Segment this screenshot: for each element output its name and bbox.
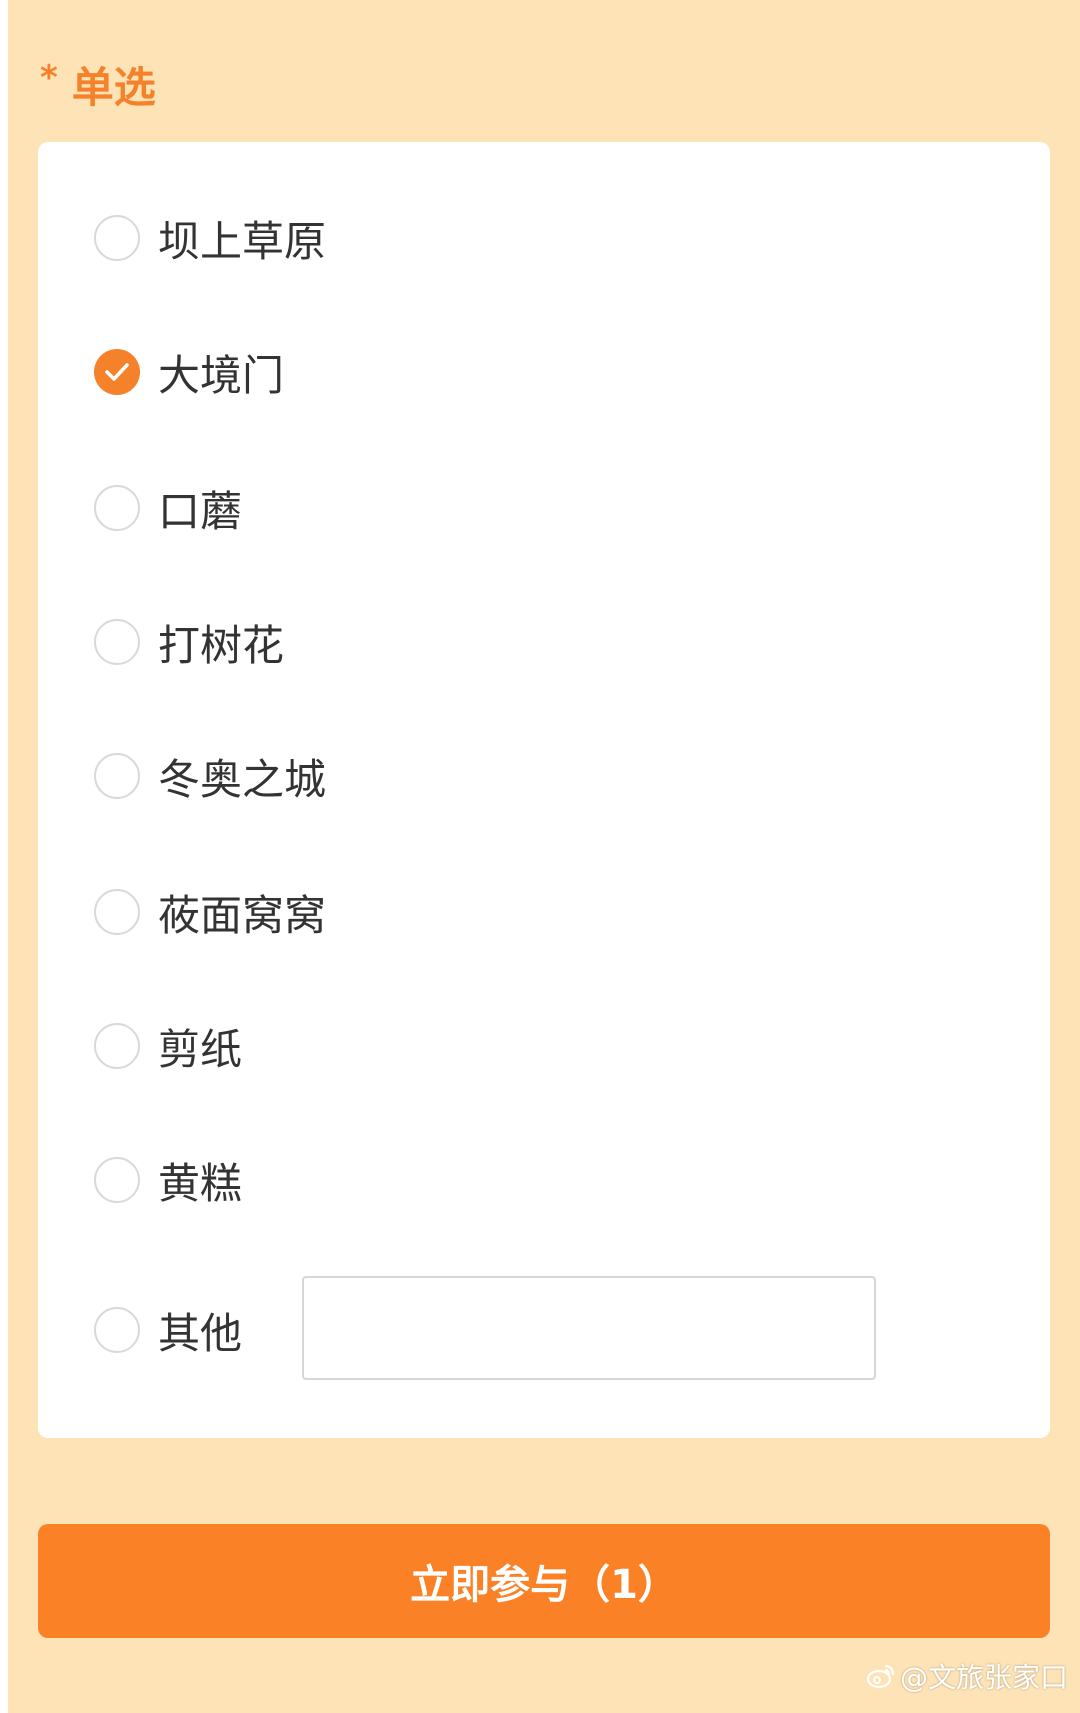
question-title: * 单选 xyxy=(40,54,156,114)
option-label: 黄糕 xyxy=(158,1158,243,1208)
option-other[interactable]: 其他 xyxy=(94,1300,242,1360)
question-title-text: 单选 xyxy=(71,62,156,112)
option-koumo[interactable]: 口蘑 xyxy=(94,478,242,538)
radio-circle-icon[interactable] xyxy=(94,889,140,935)
other-text-input[interactable] xyxy=(302,1276,876,1380)
option-paper-cutting[interactable]: 剪纸 xyxy=(94,1016,242,1076)
option-huanggao[interactable]: 黄糕 xyxy=(94,1150,242,1210)
option-dajingmen[interactable]: 大境门 xyxy=(94,342,284,402)
option-label: 莜面窝窝 xyxy=(158,890,327,940)
option-label: 打树花 xyxy=(158,620,285,670)
submit-button[interactable]: 立即参与（1） xyxy=(38,1524,1050,1638)
option-label: 冬奥之城 xyxy=(158,754,327,804)
option-bashang-grassland[interactable]: 坝上草原 xyxy=(94,208,326,268)
radio-circle-icon[interactable] xyxy=(94,485,140,531)
watermark: @文旅张家口 xyxy=(866,1656,1068,1696)
radio-circle-icon[interactable] xyxy=(94,1307,140,1353)
radio-circle-icon[interactable] xyxy=(94,619,140,665)
left-edge-strip xyxy=(0,0,8,1713)
options-card: 坝上草原 大境门 口蘑 打树花 冬奥之城 莜面窝窝 剪纸 黄糕 其他 xyxy=(38,142,1050,1438)
radio-circle-icon[interactable] xyxy=(94,215,140,261)
option-dashuhua[interactable]: 打树花 xyxy=(94,612,284,672)
required-mark: * xyxy=(40,58,58,98)
option-label: 口蘑 xyxy=(158,486,243,536)
checkmark-icon xyxy=(105,363,129,381)
option-label: 坝上草原 xyxy=(158,216,327,266)
watermark-text: @文旅张家口 xyxy=(899,1661,1068,1694)
weibo-icon xyxy=(866,1664,895,1689)
radio-checked-icon[interactable] xyxy=(94,349,140,395)
radio-circle-icon[interactable] xyxy=(94,1157,140,1203)
option-label: 剪纸 xyxy=(158,1024,243,1074)
radio-circle-icon[interactable] xyxy=(94,1023,140,1069)
option-youmian-wowo[interactable]: 莜面窝窝 xyxy=(94,882,326,942)
radio-circle-icon[interactable] xyxy=(94,753,140,799)
option-label: 大境门 xyxy=(158,350,285,400)
option-winter-olympics-city[interactable]: 冬奥之城 xyxy=(94,746,326,806)
option-label: 其他 xyxy=(158,1308,243,1358)
